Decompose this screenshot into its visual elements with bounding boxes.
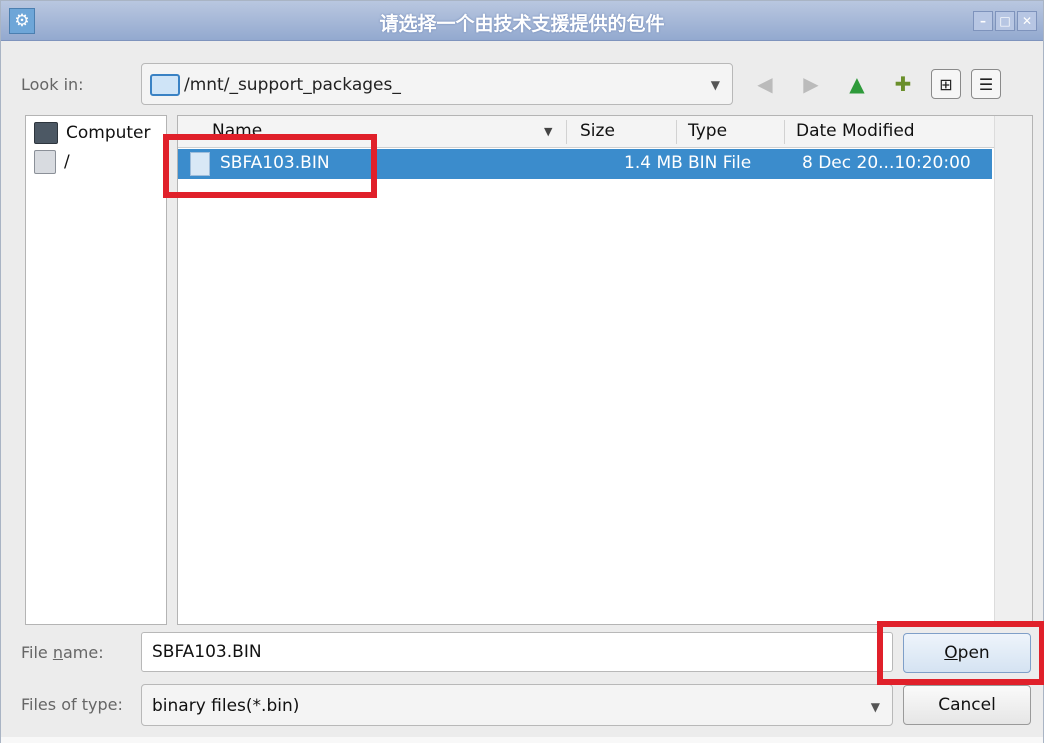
file-size: 1.4 MB <box>624 153 683 173</box>
sidebar-item-label: Computer <box>66 123 151 143</box>
vertical-scrollbar[interactable] <box>994 116 1032 624</box>
filename-label: File name: <box>21 643 104 662</box>
chevron-down-icon[interactable]: ▼ <box>711 78 720 92</box>
annotation-highlight-open <box>877 621 1044 685</box>
filetype-value: binary files(*.bin) <box>152 696 300 716</box>
file-date: 8 Dec 20...10:20:00 <box>802 153 971 173</box>
column-header-size[interactable]: Size <box>580 121 615 141</box>
back-arrow-icon[interactable]: ◀ <box>747 66 783 102</box>
sidebar-item-root[interactable]: / <box>34 150 70 174</box>
annotation-highlight-file <box>163 134 377 198</box>
column-divider[interactable] <box>566 120 567 144</box>
minimize-button[interactable]: – <box>973 11 993 31</box>
disk-icon <box>34 150 56 174</box>
forward-arrow-icon[interactable]: ▶ <box>793 66 829 102</box>
window-title: 请选择一个由技术支援提供的包件 <box>379 13 665 35</box>
places-sidebar: Computer / <box>25 115 167 625</box>
up-arrow-icon[interactable]: ▲ <box>839 66 875 102</box>
column-header-date[interactable]: Date Modified <box>796 121 915 141</box>
maximize-button[interactable]: □ <box>995 11 1015 31</box>
lookin-label: Look in: <box>21 75 84 94</box>
filetype-combo[interactable]: binary files(*.bin) ▼ <box>141 684 893 726</box>
filename-input[interactable] <box>141 632 893 672</box>
sidebar-item-label: / <box>64 152 70 172</box>
navigation-toolbar: ◀ ▶ ▲ ✚ ⊞ ☰ <box>747 64 1001 104</box>
cancel-button[interactable]: Cancel <box>903 685 1031 725</box>
filetype-label: Files of type: <box>21 695 123 714</box>
new-folder-icon[interactable]: ✚ <box>885 66 921 102</box>
column-divider[interactable] <box>676 120 677 144</box>
folder-icon <box>150 74 180 96</box>
lookin-path: /mnt/_support_packages_ <box>184 75 401 95</box>
list-view-icon[interactable]: ☰ <box>971 69 1001 99</box>
window-controls: – □ ✕ <box>973 11 1037 31</box>
column-header-type[interactable]: Type <box>688 121 727 141</box>
file-type: BIN File <box>688 153 752 173</box>
title-bar[interactable]: ⚙ 请选择一个由技术支援提供的包件 – □ ✕ <box>1 1 1043 41</box>
column-divider[interactable] <box>784 120 785 144</box>
sidebar-item-computer[interactable]: Computer <box>34 122 151 144</box>
computer-icon <box>34 122 58 144</box>
grid-view-icon[interactable]: ⊞ <box>931 69 961 99</box>
sort-descending-icon[interactable]: ▼ <box>544 125 552 138</box>
close-button[interactable]: ✕ <box>1017 11 1037 31</box>
file-dialog-window: ⚙ 请选择一个由技术支援提供的包件 – □ ✕ Look in: /mnt/_s… <box>0 0 1044 743</box>
chevron-down-icon[interactable]: ▼ <box>871 700 880 714</box>
bottom-strip <box>1 737 1043 743</box>
lookin-combo[interactable]: /mnt/_support_packages_ ▼ <box>141 63 733 105</box>
